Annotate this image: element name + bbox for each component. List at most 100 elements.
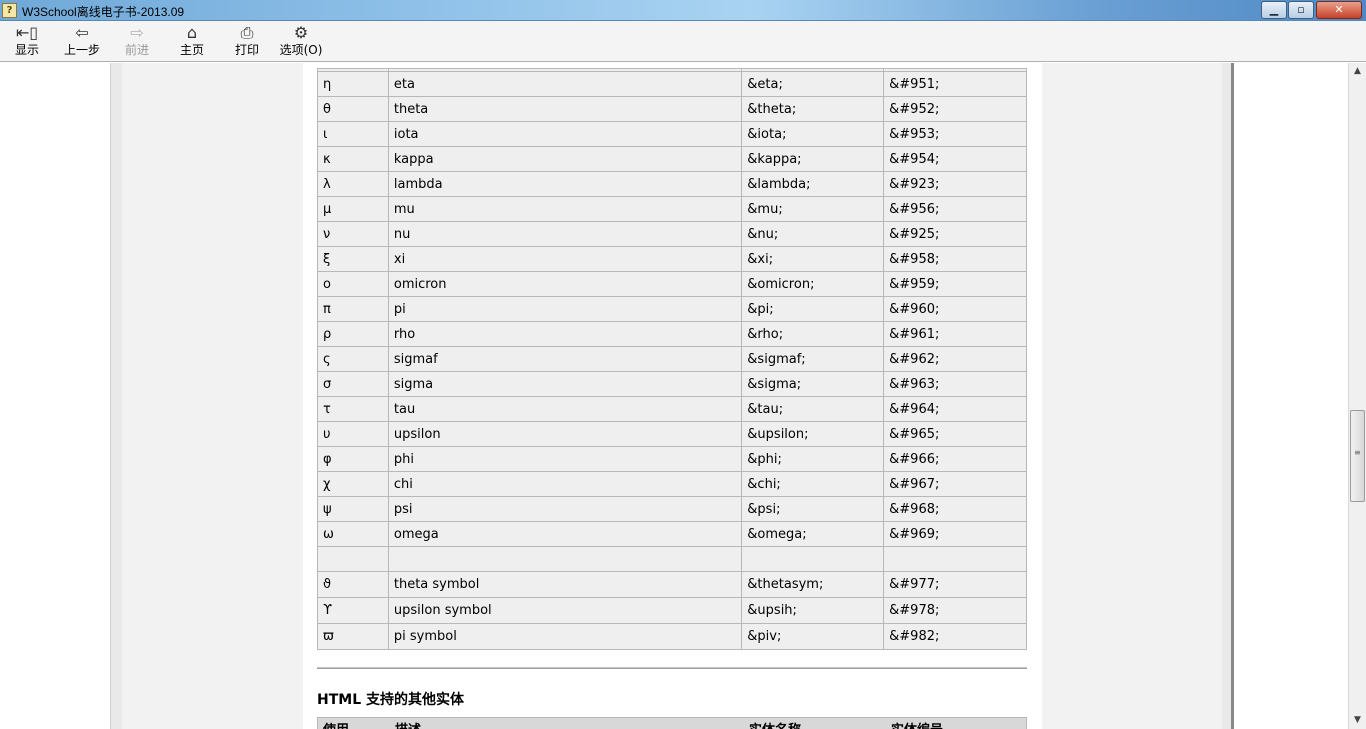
cell-description: theta symbol bbox=[387, 571, 743, 598]
maximize-button[interactable]: ▫ bbox=[1288, 1, 1314, 19]
cell-entity-name: &phi; bbox=[741, 446, 885, 472]
table-row: ι iota &iota; &#953; bbox=[317, 121, 1027, 147]
back-arrow-icon: ⇦ bbox=[75, 23, 89, 42]
cell-entity-number: &#982; bbox=[883, 623, 1027, 650]
cell-entity-number: &#968; bbox=[883, 496, 1027, 522]
cell-entity-name: &eta; bbox=[741, 71, 885, 97]
cell-entity-number: &#978; bbox=[883, 597, 1027, 624]
cell-entity-name: &rho; bbox=[741, 321, 885, 347]
grip-icon: ≡ bbox=[1354, 448, 1361, 457]
cell-entity-name: &kappa; bbox=[741, 146, 885, 172]
cell-entity-name: &mu; bbox=[741, 196, 885, 222]
toolbar-button-label: 主页 bbox=[179, 43, 204, 57]
cell-description: rho bbox=[387, 321, 743, 347]
toolbar-button-printer[interactable]: ⎙ 打印 bbox=[230, 23, 264, 60]
cell-entity-number: &#977; bbox=[883, 571, 1027, 598]
table-row bbox=[317, 546, 1027, 572]
header-cell-desc: 描述 bbox=[395, 719, 421, 729]
section-heading: HTML 支持的其他实体 bbox=[317, 692, 464, 708]
table-row: η eta &eta; &#951; bbox=[317, 71, 1027, 97]
toolbar-button-back-arrow[interactable]: ⇦ 上一步 bbox=[62, 23, 102, 60]
cell-entity-name: &chi; bbox=[741, 471, 885, 497]
content-area: η eta &eta; &#951; θ theta &theta; &#952; ι iota &… bbox=[0, 63, 1348, 729]
cell-entity-name: &sigmaf; bbox=[741, 346, 885, 372]
table-row: υ upsilon &upsilon; &#965; bbox=[317, 421, 1027, 447]
cell-character: μ bbox=[317, 196, 389, 222]
show-panel-icon: ⇤▯ bbox=[15, 23, 39, 42]
cell-entity-number: &#953; bbox=[883, 121, 1027, 147]
cell-entity-name: &xi; bbox=[741, 246, 885, 272]
table-row: ϖ pi symbol &piv; &#982; bbox=[317, 623, 1027, 650]
cell-entity-number: &#951; bbox=[883, 71, 1027, 97]
cell-description: xi bbox=[387, 246, 743, 272]
cell-entity-number: &#962; bbox=[883, 346, 1027, 372]
table-row: ψ psi &psi; &#968; bbox=[317, 496, 1027, 522]
scroll-down-arrow-icon[interactable]: ▼ bbox=[1349, 712, 1366, 729]
table-row: ϑ theta symbol &thetasym; &#977; bbox=[317, 571, 1027, 598]
cell-character bbox=[317, 546, 389, 572]
toolbar-button-home[interactable]: ⌂ 主页 bbox=[175, 23, 209, 60]
cell-character: ϑ bbox=[317, 571, 389, 598]
cell-description: theta bbox=[387, 96, 743, 122]
table-row: ξ xi &xi; &#958; bbox=[317, 246, 1027, 272]
table-row: μ mu &mu; &#956; bbox=[317, 196, 1027, 222]
forward-arrow-icon: ⇨ bbox=[130, 23, 144, 42]
cell-description: tau bbox=[387, 396, 743, 422]
toolbar-button-label: 显示 bbox=[14, 43, 39, 57]
cell-character: τ bbox=[317, 396, 389, 422]
cell-character: ς bbox=[317, 346, 389, 372]
cell-character: ϒ bbox=[317, 597, 389, 624]
other-entities-table-header: 使用 描述 实体名称 实体编号 bbox=[317, 717, 1027, 729]
cell-entity-number: &#963; bbox=[883, 371, 1027, 397]
cell-entity-name: &nu; bbox=[741, 221, 885, 247]
cell-entity-number: &#965; bbox=[883, 421, 1027, 447]
cell-description: pi bbox=[387, 296, 743, 322]
vertical-scrollbar[interactable]: ▲ ≡ ▼ bbox=[1348, 63, 1366, 729]
close-icon: ✕ bbox=[1334, 3, 1344, 16]
cell-entity-name: &theta; bbox=[741, 96, 885, 122]
greek-entity-table: η eta &eta; &#951; θ theta &theta; &#952; ι iota &… bbox=[317, 68, 1027, 650]
cell-entity-name: &upsih; bbox=[741, 597, 885, 624]
table-row: ω omega &omega; &#969; bbox=[317, 521, 1027, 547]
cell-character: χ bbox=[317, 471, 389, 497]
cell-description: omega bbox=[387, 521, 743, 547]
section-divider bbox=[317, 667, 1027, 669]
cell-description: chi bbox=[387, 471, 743, 497]
scroll-up-arrow-icon[interactable]: ▲ bbox=[1349, 63, 1366, 80]
cell-description: psi bbox=[387, 496, 743, 522]
window-title: W3School离线电子书-2013.09 bbox=[22, 5, 185, 19]
table-row: ϒupsilon symbol &upsih; &#978; bbox=[317, 597, 1027, 624]
minimize-button[interactable]: ▁ bbox=[1261, 1, 1287, 19]
cell-description: nu bbox=[387, 221, 743, 247]
cell-character: υ bbox=[317, 421, 389, 447]
cell-character: ο bbox=[317, 271, 389, 297]
cell-description: phi bbox=[387, 446, 743, 472]
cell-entity-name: &thetasym; bbox=[741, 571, 885, 598]
cell-entity-number: &#923; bbox=[883, 171, 1027, 197]
table-row: κ kappa &kappa; &#954; bbox=[317, 146, 1027, 172]
toolbar-button-label: 上一步 bbox=[63, 43, 100, 57]
table-row: τ tau &tau; &#964; bbox=[317, 396, 1027, 422]
toolbar-button-options[interactable]: ⚙ 选项(O) bbox=[278, 23, 324, 60]
table-row: θ theta &theta; &#952; bbox=[317, 96, 1027, 122]
cell-description: omicron bbox=[387, 271, 743, 297]
title-bar: ? W3School离线电子书-2013.09 ▁ ▫ ✕ bbox=[0, 0, 1366, 21]
cell-description: kappa bbox=[387, 146, 743, 172]
cell-entity-number: &#958; bbox=[883, 246, 1027, 272]
cell-description bbox=[387, 546, 743, 572]
minimize-icon: ▁ bbox=[1269, 3, 1279, 16]
cell-entity-number: &#959; bbox=[883, 271, 1027, 297]
cell-entity-number: &#952; bbox=[883, 96, 1027, 122]
close-button[interactable]: ✕ bbox=[1316, 1, 1362, 19]
cell-character: η bbox=[317, 71, 389, 97]
table-row: σ sigma &sigma; &#963; bbox=[317, 371, 1027, 397]
toolbar-button-show-panel[interactable]: ⇤▯ 显示 bbox=[10, 23, 44, 60]
table-row: ν nu &nu; &#925; bbox=[317, 221, 1027, 247]
cell-description: upsilon bbox=[387, 421, 743, 447]
cell-entity-name: &sigma; bbox=[741, 371, 885, 397]
cell-character: λ bbox=[317, 171, 389, 197]
toolbar-button-forward-arrow[interactable]: ⇨ 前进 bbox=[120, 23, 154, 60]
cell-character: θ bbox=[317, 96, 389, 122]
scrollbar-thumb[interactable]: ≡ bbox=[1350, 410, 1365, 502]
cell-character: φ bbox=[317, 446, 389, 472]
